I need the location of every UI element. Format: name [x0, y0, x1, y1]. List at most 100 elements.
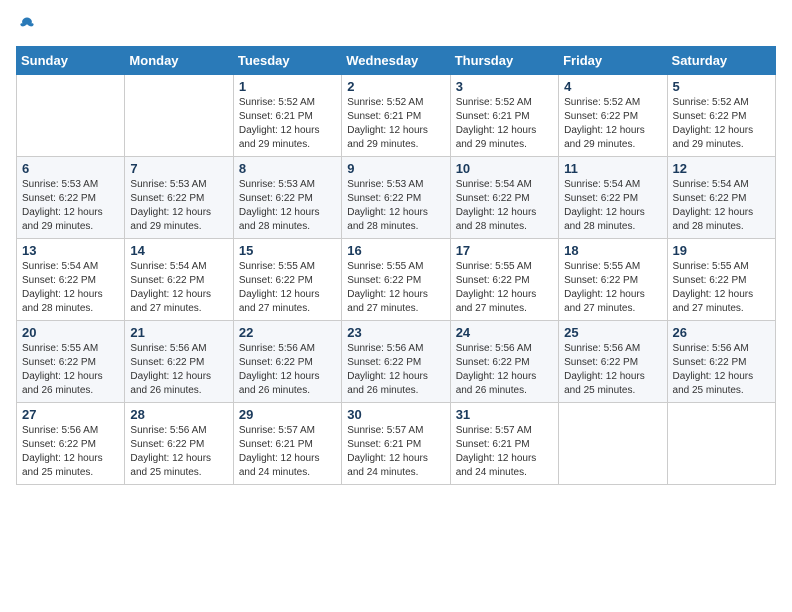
day-number: 26 [673, 325, 770, 340]
day-number: 14 [130, 243, 227, 258]
week-row-4: 27 Sunrise: 5:56 AM Sunset: 6:22 PM Dayli… [17, 403, 776, 485]
day-info: Sunrise: 5:56 AM Sunset: 6:22 PM Dayligh… [130, 424, 227, 480]
col-header-thursday: Thursday [450, 47, 558, 75]
day-info: Sunrise: 5:53 AM Sunset: 6:22 PM Dayligh… [130, 178, 227, 234]
calendar-table: SundayMondayTuesdayWednesdayThursdayFrid… [16, 46, 776, 485]
day-number: 12 [673, 161, 770, 176]
day-info: Sunrise: 5:52 AM Sunset: 6:22 PM Dayligh… [673, 96, 770, 152]
day-info: Sunrise: 5:56 AM Sunset: 6:22 PM Dayligh… [239, 342, 336, 398]
calendar-cell: 5 Sunrise: 5:52 AM Sunset: 6:22 PM Daylig… [667, 75, 775, 157]
day-info: Sunrise: 5:54 AM Sunset: 6:22 PM Dayligh… [673, 178, 770, 234]
calendar-cell: 30Sunrise: 5:57 AM Sunset: 6:21 PM Dayli… [342, 403, 450, 485]
logo-bird-icon [18, 16, 36, 34]
day-number: 6 [22, 161, 119, 176]
week-row-0: 1 Sunrise: 5:52 AM Sunset: 6:21 PM Daylig… [17, 75, 776, 157]
day-number: 3 [456, 79, 553, 94]
calendar-cell: 17 Sunrise: 5:55 AM Sunset: 6:22 PM Dayli… [450, 239, 558, 321]
calendar-cell: 3Sunrise: 5:52 AM Sunset: 6:21 PM Daylig… [450, 75, 558, 157]
calendar-cell: 11 Sunrise: 5:54 AM Sunset: 6:22 PM Dayli… [559, 157, 667, 239]
calendar-cell: 24 Sunrise: 5:56 AM Sunset: 6:22 PM Dayli… [450, 321, 558, 403]
day-info: Sunrise: 5:53 AM Sunset: 6:22 PM Dayligh… [347, 178, 444, 234]
day-info: Sunrise: 5:55 AM Sunset: 6:22 PM Dayligh… [347, 260, 444, 316]
day-info: Sunrise: 5:55 AM Sunset: 6:22 PM Dayligh… [22, 342, 119, 398]
day-info: Sunrise: 5:54 AM Sunset: 6:22 PM Dayligh… [130, 260, 227, 316]
calendar-cell: 29Sunrise: 5:57 AM Sunset: 6:21 PM Dayli… [233, 403, 341, 485]
calendar-cell: 14 Sunrise: 5:54 AM Sunset: 6:22 PM Dayli… [125, 239, 233, 321]
col-header-tuesday: Tuesday [233, 47, 341, 75]
day-info: Sunrise: 5:57 AM Sunset: 6:21 PM Dayligh… [456, 424, 553, 480]
calendar-cell: 23 Sunrise: 5:56 AM Sunset: 6:22 PM Dayli… [342, 321, 450, 403]
day-number: 22 [239, 325, 336, 340]
day-number: 24 [456, 325, 553, 340]
day-info: Sunrise: 5:56 AM Sunset: 6:22 PM Dayligh… [347, 342, 444, 398]
week-row-3: 20 Sunrise: 5:55 AM Sunset: 6:22 PM Dayli… [17, 321, 776, 403]
day-number: 30 [347, 407, 444, 422]
calendar-cell [125, 75, 233, 157]
logo [16, 16, 38, 34]
col-header-saturday: Saturday [667, 47, 775, 75]
calendar-cell: 16 Sunrise: 5:55 AM Sunset: 6:22 PM Dayli… [342, 239, 450, 321]
day-number: 17 [456, 243, 553, 258]
calendar-cell: 31 Sunrise: 5:57 AM Sunset: 6:21 PM Dayli… [450, 403, 558, 485]
calendar-cell: 1 Sunrise: 5:52 AM Sunset: 6:21 PM Daylig… [233, 75, 341, 157]
calendar-cell [667, 403, 775, 485]
col-header-monday: Monday [125, 47, 233, 75]
day-info: Sunrise: 5:52 AM Sunset: 6:21 PM Dayligh… [347, 96, 444, 152]
day-info: Sunrise: 5:54 AM Sunset: 6:22 PM Dayligh… [564, 178, 661, 234]
day-number: 1 [239, 79, 336, 94]
col-header-sunday: Sunday [17, 47, 125, 75]
calendar-cell: 28 Sunrise: 5:56 AM Sunset: 6:22 PM Dayli… [125, 403, 233, 485]
calendar-cell: 8Sunrise: 5:53 AM Sunset: 6:22 PM Daylig… [233, 157, 341, 239]
day-number: 28 [130, 407, 227, 422]
day-info: Sunrise: 5:55 AM Sunset: 6:22 PM Dayligh… [239, 260, 336, 316]
day-number: 15 [239, 243, 336, 258]
day-number: 23 [347, 325, 444, 340]
calendar-cell: 27Sunrise: 5:56 AM Sunset: 6:22 PM Dayli… [17, 403, 125, 485]
calendar-cell: 18Sunrise: 5:55 AM Sunset: 6:22 PM Dayli… [559, 239, 667, 321]
week-row-2: 13 Sunrise: 5:54 AM Sunset: 6:22 PM Dayli… [17, 239, 776, 321]
calendar-cell: 22 Sunrise: 5:56 AM Sunset: 6:22 PM Dayli… [233, 321, 341, 403]
calendar-cell: 4Sunrise: 5:52 AM Sunset: 6:22 PM Daylig… [559, 75, 667, 157]
calendar-cell: 26 Sunrise: 5:56 AM Sunset: 6:22 PM Dayli… [667, 321, 775, 403]
day-number: 9 [347, 161, 444, 176]
calendar-cell [17, 75, 125, 157]
day-info: Sunrise: 5:54 AM Sunset: 6:22 PM Dayligh… [456, 178, 553, 234]
calendar-cell: 13Sunrise: 5:54 AM Sunset: 6:22 PM Dayli… [17, 239, 125, 321]
day-info: Sunrise: 5:55 AM Sunset: 6:22 PM Dayligh… [564, 260, 661, 316]
day-number: 16 [347, 243, 444, 258]
calendar-cell: 7 Sunrise: 5:53 AM Sunset: 6:22 PM Daylig… [125, 157, 233, 239]
day-number: 27 [22, 407, 119, 422]
day-number: 5 [673, 79, 770, 94]
calendar-cell: 21 Sunrise: 5:56 AM Sunset: 6:22 PM Dayli… [125, 321, 233, 403]
page-header [16, 16, 776, 34]
week-row-1: 6 Sunrise: 5:53 AM Sunset: 6:22 PM Daylig… [17, 157, 776, 239]
day-number: 25 [564, 325, 661, 340]
calendar-cell: 6 Sunrise: 5:53 AM Sunset: 6:22 PM Daylig… [17, 157, 125, 239]
day-info: Sunrise: 5:56 AM Sunset: 6:22 PM Dayligh… [456, 342, 553, 398]
day-number: 4 [564, 79, 661, 94]
day-number: 21 [130, 325, 227, 340]
col-header-friday: Friday [559, 47, 667, 75]
calendar-cell: 10Sunrise: 5:54 AM Sunset: 6:22 PM Dayli… [450, 157, 558, 239]
day-info: Sunrise: 5:55 AM Sunset: 6:22 PM Dayligh… [456, 260, 553, 316]
day-info: Sunrise: 5:55 AM Sunset: 6:22 PM Dayligh… [673, 260, 770, 316]
day-number: 13 [22, 243, 119, 258]
calendar-cell: 2 Sunrise: 5:52 AM Sunset: 6:21 PM Daylig… [342, 75, 450, 157]
day-info: Sunrise: 5:53 AM Sunset: 6:22 PM Dayligh… [239, 178, 336, 234]
day-number: 11 [564, 161, 661, 176]
day-of-week-row: SundayMondayTuesdayWednesdayThursdayFrid… [17, 47, 776, 75]
calendar-cell: 12 Sunrise: 5:54 AM Sunset: 6:22 PM Dayli… [667, 157, 775, 239]
day-info: Sunrise: 5:56 AM Sunset: 6:22 PM Dayligh… [673, 342, 770, 398]
day-number: 19 [673, 243, 770, 258]
day-number: 20 [22, 325, 119, 340]
calendar-cell [559, 403, 667, 485]
calendar-cell: 15 Sunrise: 5:55 AM Sunset: 6:22 PM Dayli… [233, 239, 341, 321]
day-number: 31 [456, 407, 553, 422]
day-number: 7 [130, 161, 227, 176]
day-number: 29 [239, 407, 336, 422]
calendar-cell: 20 Sunrise: 5:55 AM Sunset: 6:22 PM Dayli… [17, 321, 125, 403]
day-info: Sunrise: 5:53 AM Sunset: 6:22 PM Dayligh… [22, 178, 119, 234]
day-number: 2 [347, 79, 444, 94]
day-info: Sunrise: 5:52 AM Sunset: 6:21 PM Dayligh… [239, 96, 336, 152]
day-info: Sunrise: 5:56 AM Sunset: 6:22 PM Dayligh… [130, 342, 227, 398]
